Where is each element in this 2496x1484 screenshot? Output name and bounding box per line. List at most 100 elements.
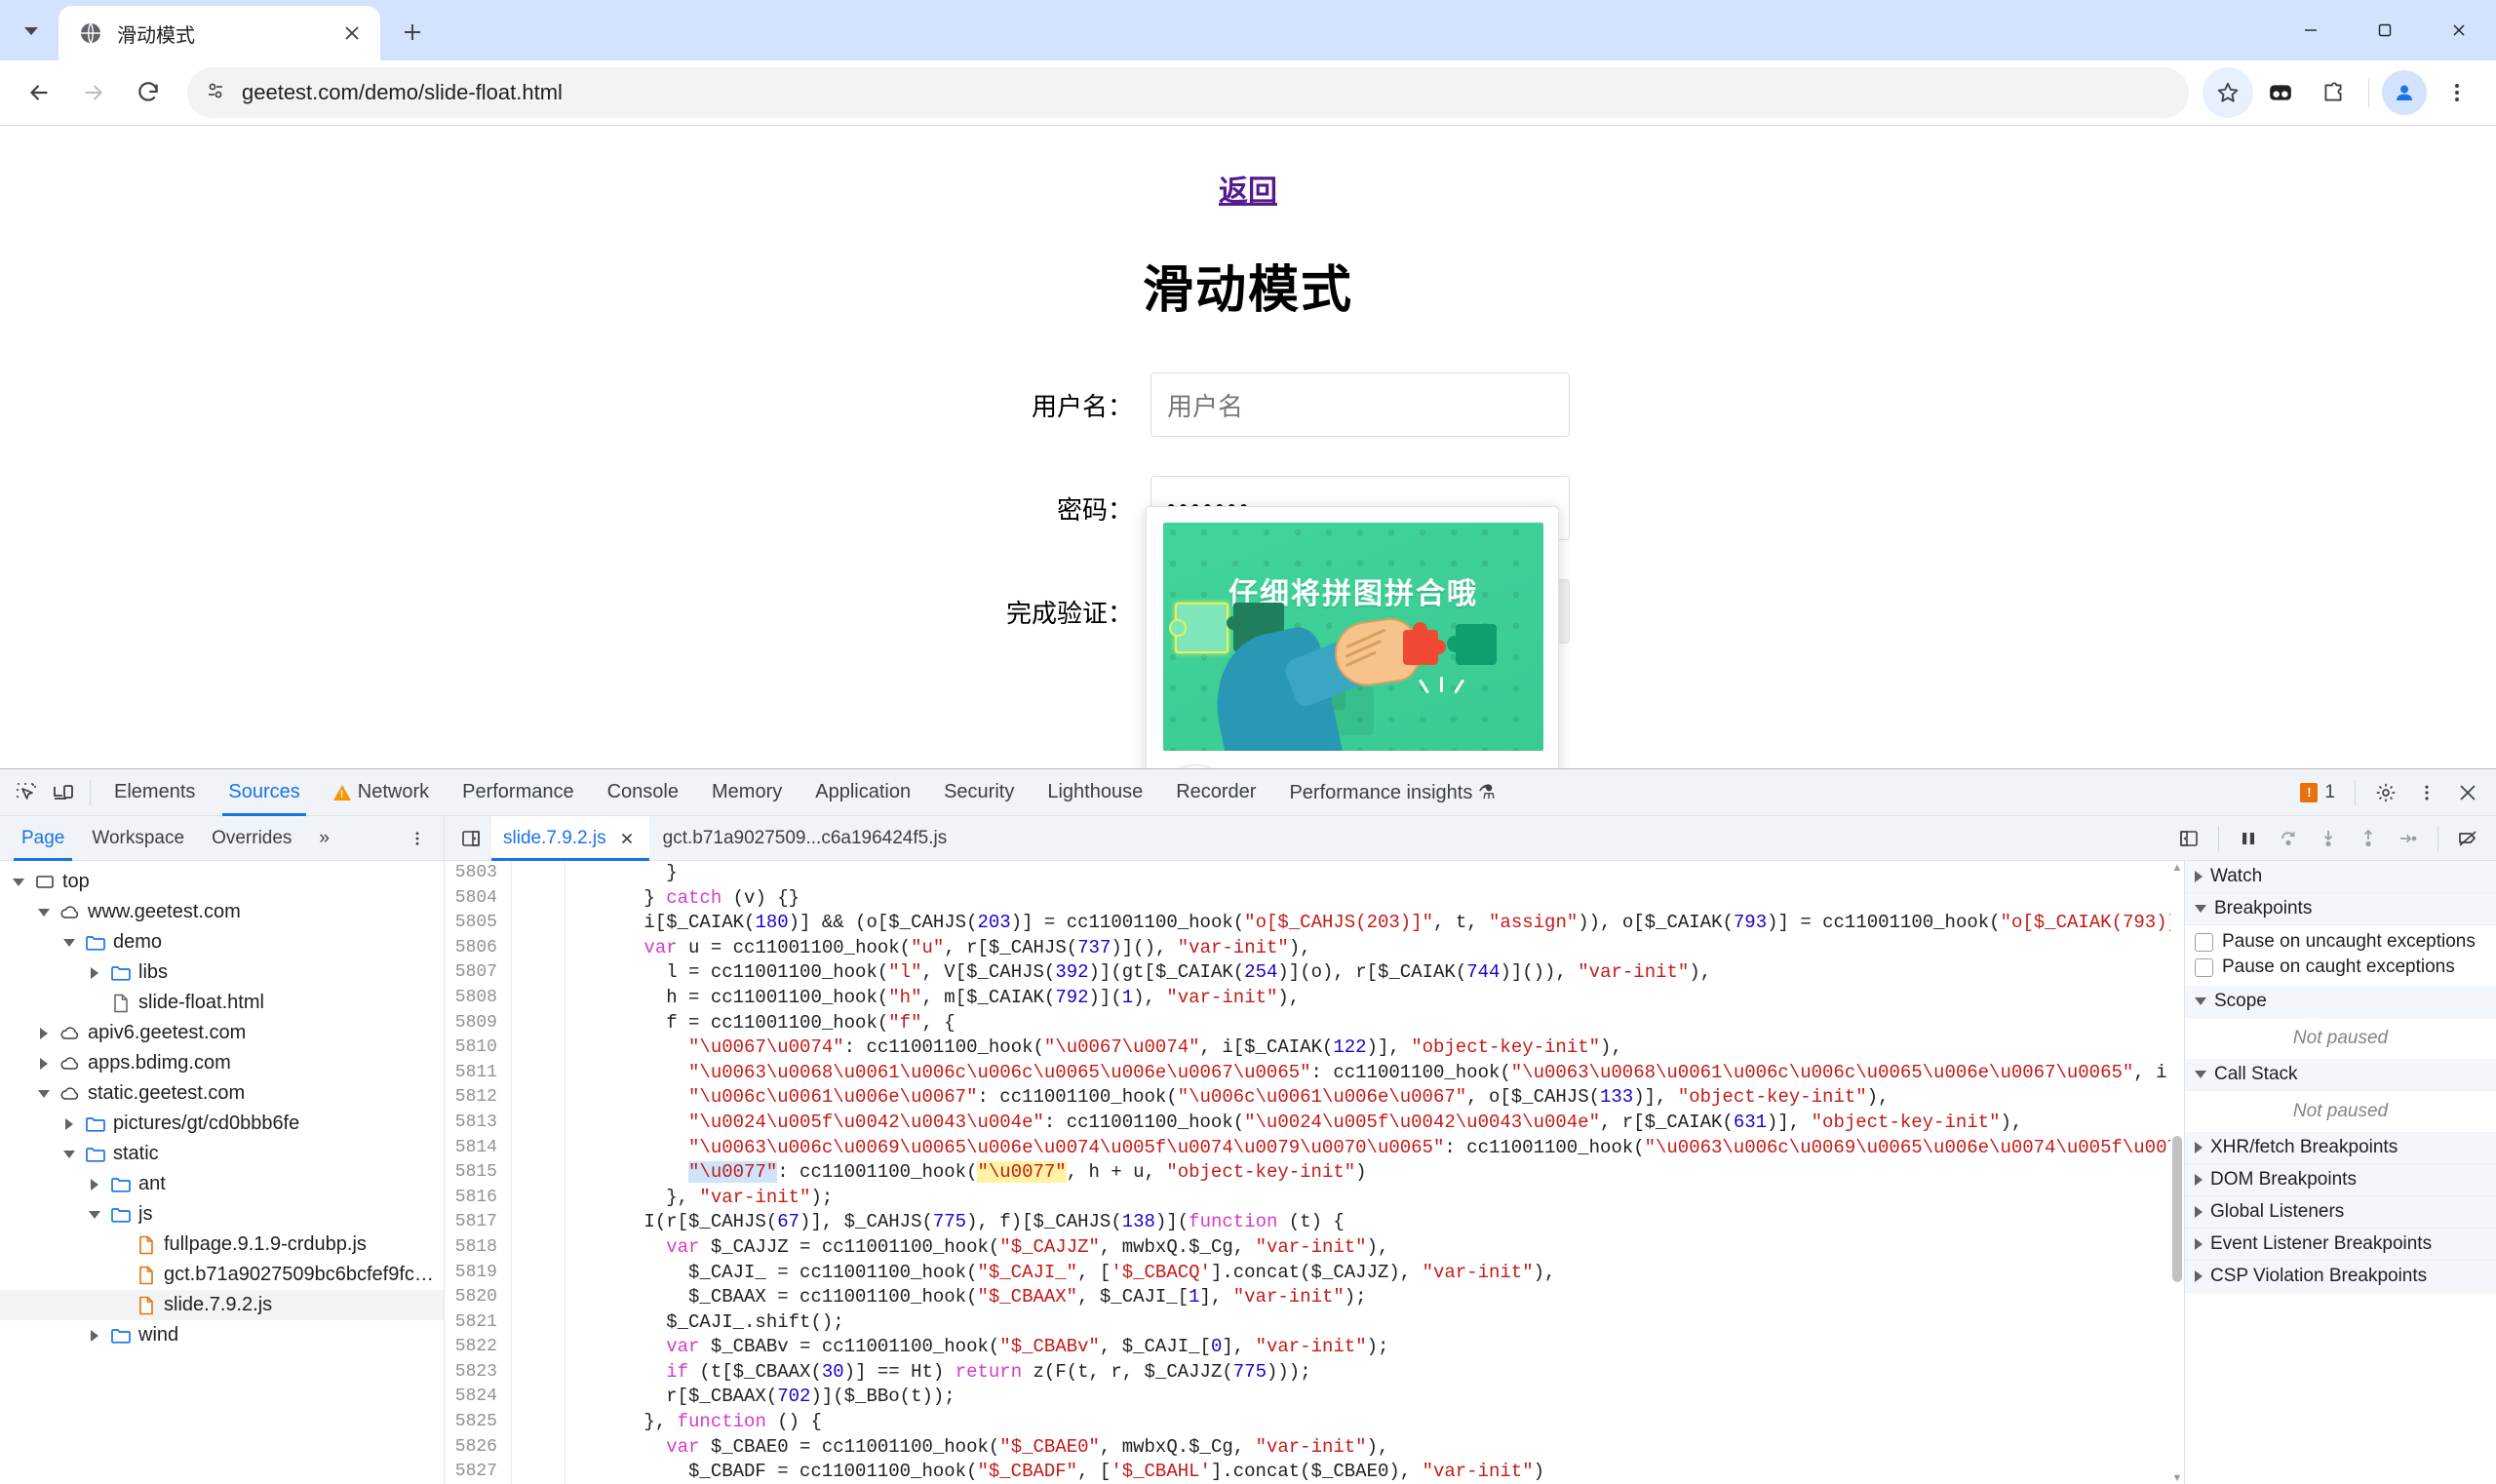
toggle-navigator-icon[interactable] bbox=[452, 820, 489, 857]
line-number[interactable]: 5821 bbox=[445, 1310, 511, 1336]
code-line[interactable]: 5821 $_CAJI_.shift(); bbox=[445, 1309, 2184, 1336]
breakpoint-gutter[interactable] bbox=[511, 1010, 566, 1036]
captcha-slider[interactable]: 拖动滑块完成拼图 bbox=[1163, 764, 1541, 768]
navigator-menu-icon[interactable] bbox=[399, 820, 436, 857]
chevron-right-icon[interactable] bbox=[86, 1327, 103, 1345]
slider-knob[interactable] bbox=[1163, 764, 1228, 768]
scrollbar-thumb[interactable] bbox=[2172, 1135, 2182, 1282]
breakpoint-gutter[interactable] bbox=[511, 1309, 566, 1336]
tab-memory[interactable]: Memory bbox=[696, 769, 798, 816]
deactivate-breakpoints-icon[interactable] bbox=[2449, 820, 2486, 857]
line-number[interactable]: 5814 bbox=[445, 1136, 511, 1161]
checkbox-icon[interactable] bbox=[2195, 932, 2213, 952]
code-line[interactable]: 5809 f = cc11001100_hook("f", { bbox=[445, 1010, 2184, 1036]
breakpoint-gutter[interactable] bbox=[511, 1185, 566, 1211]
code-line[interactable]: 5807 l = cc11001100_hook("l", V[$_CAHJS(… bbox=[445, 960, 2184, 986]
breakpoint-gutter[interactable] bbox=[511, 1260, 566, 1286]
chevron-right-icon[interactable] bbox=[86, 1176, 103, 1193]
line-number[interactable]: 5827 bbox=[445, 1460, 511, 1484]
code-line[interactable]: 5805 i[$_CAIAK(180)] && (o[$_CAHJS(203)]… bbox=[445, 911, 2184, 936]
tree-item-slide.7.9.2.js[interactable]: slide.7.9.2.js bbox=[0, 1290, 444, 1320]
section-scope[interactable]: Scope bbox=[2185, 986, 2496, 1018]
code-line[interactable]: 5810 "\u0067\u0074": cc11001100_hook("\u… bbox=[445, 1035, 2184, 1061]
error-count-badge[interactable]: ! 1 bbox=[2292, 782, 2343, 803]
code-line[interactable]: 5818 var $_CAJJZ = cc11001100_hook("$_CA… bbox=[445, 1234, 2184, 1261]
step-out-icon[interactable] bbox=[2350, 820, 2387, 857]
code-line[interactable]: 5812 "\u006c\u0061\u006e\u0067": cc11001… bbox=[445, 1085, 2184, 1111]
section-event-listener-breakpoints[interactable]: Event Listener Breakpoints bbox=[2185, 1229, 2496, 1261]
chevron-down-icon[interactable] bbox=[60, 1146, 78, 1163]
section-xhr-breakpoints[interactable]: XHR/fetch Breakpoints bbox=[2185, 1132, 2496, 1164]
profile-avatar[interactable] bbox=[2379, 67, 2430, 118]
subtab-more-icon[interactable]: » bbox=[305, 816, 343, 861]
breakpoint-gutter[interactable] bbox=[511, 1035, 566, 1061]
line-number[interactable]: 5824 bbox=[445, 1385, 511, 1410]
browser-tab[interactable]: 滑动模式 bbox=[58, 6, 380, 60]
back-link[interactable]: 返回 bbox=[1219, 167, 1277, 210]
chevron-right-icon[interactable] bbox=[35, 1055, 53, 1073]
line-number[interactable]: 5822 bbox=[445, 1335, 511, 1360]
code-line[interactable]: 5813 "\u0024\u005f\u0042\u0043\u004e": c… bbox=[445, 1110, 2184, 1136]
tree-item-gct.b71a9027509bc6bcfef9fc6a19642[interactable]: gct.b71a9027509bc6bcfef9fc6a19642 bbox=[0, 1260, 444, 1290]
chevron-right-icon[interactable] bbox=[35, 1025, 53, 1042]
chevron-down-icon[interactable] bbox=[35, 904, 53, 921]
line-number[interactable]: 5819 bbox=[445, 1261, 511, 1286]
tab-network[interactable]: Network bbox=[318, 769, 445, 816]
tab-search-button[interactable] bbox=[8, 8, 55, 55]
line-number[interactable]: 5820 bbox=[445, 1285, 511, 1310]
tree-item-static.geetest.com[interactable]: static.geetest.com bbox=[0, 1078, 444, 1109]
tree-item-static[interactable]: static bbox=[0, 1139, 444, 1169]
tree-item-fullpage.9.1.9-crdubp.js[interactable]: fullpage.9.1.9-crdubp.js bbox=[0, 1230, 444, 1260]
tree-item-js[interactable]: js bbox=[0, 1199, 444, 1230]
breakpoint-gutter[interactable] bbox=[511, 1285, 566, 1310]
code-line[interactable]: 5804 } catch (v) {} bbox=[445, 885, 2184, 912]
line-number[interactable]: 5805 bbox=[445, 911, 511, 936]
tab-elements[interactable]: Elements bbox=[98, 769, 211, 816]
code-line[interactable]: 5827 $_CBADF = cc11001100_hook("$_CBADF"… bbox=[445, 1460, 2184, 1484]
breakpoint-gutter[interactable] bbox=[511, 1460, 566, 1484]
breakpoint-gutter[interactable] bbox=[511, 1385, 566, 1411]
line-number[interactable]: 5823 bbox=[445, 1360, 511, 1386]
inspect-element-icon[interactable] bbox=[8, 774, 45, 811]
code-line[interactable]: 5823 if (t[$_CBAAX(30)] == Ht) return z(… bbox=[445, 1359, 2184, 1386]
breakpoint-gutter[interactable] bbox=[511, 911, 566, 936]
step-into-icon[interactable] bbox=[2310, 820, 2347, 857]
close-icon[interactable] bbox=[337, 19, 367, 48]
tab-recorder[interactable]: Recorder bbox=[1160, 769, 1271, 816]
reload-button[interactable] bbox=[123, 67, 174, 118]
forward-button[interactable] bbox=[68, 67, 119, 118]
breakpoint-gutter[interactable] bbox=[511, 1410, 566, 1435]
tab-application[interactable]: Application bbox=[800, 769, 926, 816]
breakpoint-gutter[interactable] bbox=[511, 1335, 566, 1360]
code-line[interactable]: 5808 h = cc11001100_hook("h", m[$_CAIAK(… bbox=[445, 985, 2184, 1011]
section-global-listeners[interactable]: Global Listeners bbox=[2185, 1196, 2496, 1229]
tab-console[interactable]: Console bbox=[592, 769, 694, 816]
breakpoint-gutter[interactable] bbox=[511, 935, 566, 961]
code-line[interactable]: 5816 }, "var-init"); bbox=[445, 1185, 2184, 1211]
pause-script-icon[interactable] bbox=[2230, 820, 2267, 857]
line-number[interactable]: 5816 bbox=[445, 1186, 511, 1211]
line-number[interactable]: 5817 bbox=[445, 1210, 511, 1235]
maximize-button[interactable] bbox=[2348, 0, 2422, 60]
subtab-overrides[interactable]: Overrides bbox=[198, 816, 305, 861]
tree-item-wind[interactable]: wind bbox=[0, 1320, 444, 1350]
editor-tab-slide-js[interactable]: slide.7.9.2.js bbox=[491, 815, 649, 861]
section-csp-violation-breakpoints[interactable]: CSP Violation Breakpoints bbox=[2185, 1261, 2496, 1293]
back-button[interactable] bbox=[14, 67, 64, 118]
breakpoint-gutter[interactable] bbox=[511, 1210, 566, 1235]
tree-item-apiv6.geetest.com[interactable]: apiv6.geetest.com bbox=[0, 1018, 444, 1048]
username-input[interactable]: 用户名 bbox=[1150, 372, 1570, 437]
tree-item-libs[interactable]: libs bbox=[0, 957, 444, 988]
chevron-right-icon[interactable] bbox=[86, 964, 103, 982]
line-number[interactable]: 5812 bbox=[445, 1085, 511, 1111]
toggle-debugger-sidebar-icon[interactable] bbox=[2170, 820, 2207, 857]
code-line[interactable]: 5824 r[$_CBAAX(702)]($_BBo(t)); bbox=[445, 1385, 2184, 1411]
breakpoint-gutter[interactable] bbox=[511, 985, 566, 1011]
subtab-workspace[interactable]: Workspace bbox=[78, 816, 198, 861]
line-number[interactable]: 5813 bbox=[445, 1111, 511, 1136]
code-line[interactable]: 5820 $_CBAAX = cc11001100_hook("$_CBAAX"… bbox=[445, 1285, 2184, 1310]
subtab-page[interactable]: Page bbox=[8, 816, 78, 861]
breakpoint-gutter[interactable] bbox=[511, 1234, 566, 1261]
tree-item-top[interactable]: top bbox=[0, 867, 444, 897]
scroll-up-icon[interactable]: ▲ bbox=[2170, 861, 2184, 875]
